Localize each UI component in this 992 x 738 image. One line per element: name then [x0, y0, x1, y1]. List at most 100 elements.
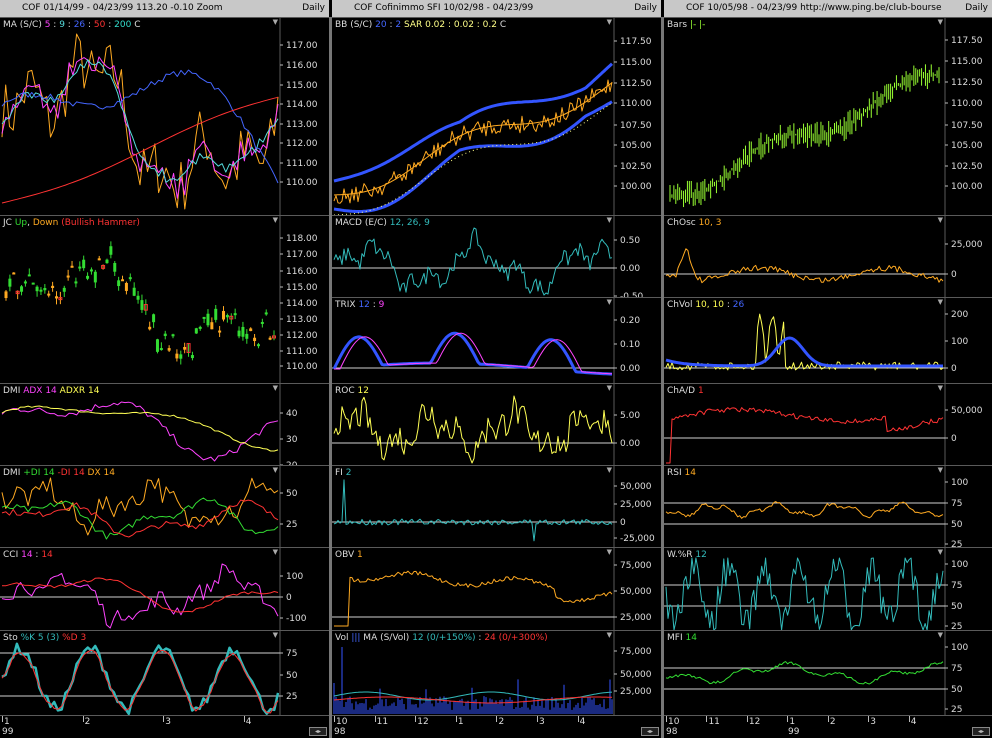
- indicator-plot[interactable]: 50,000 25,000 0 -25,000: [332, 466, 661, 548]
- axis-tick-label: 50,000: [951, 406, 983, 416]
- panel-label[interactable]: Vol ||| MA (S/Vol) 12 (0/+150%) : 24 (0/…: [335, 633, 548, 643]
- column-header[interactable]: COF 01/14/99 - 04/23/99 113.20 -0.10 Zoo…: [0, 0, 329, 17]
- period-label[interactable]: Daily: [302, 0, 325, 17]
- panel-label-part: 1: [697, 386, 704, 396]
- candle-body: [210, 322, 214, 330]
- indicator-panel[interactable]: MA (S/C) 5 : 9 : 26 : 50 : 200 C ▼ 117.00 1…: [0, 17, 329, 216]
- indicator-panel[interactable]: ChVol 10, 10 : 26 ▼ 200 100 0: [664, 297, 992, 384]
- indicator-plot[interactable]: 50,000 0: [664, 384, 992, 466]
- panel-label[interactable]: DMI ADX 14 ADXR 14: [3, 386, 99, 396]
- indicator-plot[interactable]: 50 25: [0, 466, 329, 548]
- panel-label[interactable]: ChOsc 10, 3: [667, 218, 721, 228]
- candle-body: [93, 271, 97, 283]
- indicator-panel[interactable]: Sto %K 5 (3) %D 3 ▼ 75 50 25: [0, 630, 329, 717]
- column-header[interactable]: COF Cofinimmo SFI 10/02/98 - 04/23/99 Da…: [332, 0, 661, 17]
- indicator-plot[interactable]: 100755025: [664, 631, 992, 717]
- panel-label[interactable]: CCI 14 : 14: [3, 550, 53, 560]
- panel-label[interactable]: W.%R 12: [667, 550, 707, 560]
- indicator-panel[interactable]: ChOsc 10, 3 ▼ 25,000 0: [664, 215, 992, 298]
- panel-label[interactable]: ROC 12: [335, 386, 369, 396]
- axis-tick-label: 100.00: [620, 182, 652, 192]
- axis-tick-label: 110.00: [620, 99, 652, 109]
- indicator-panel[interactable]: DMI ADX 14 ADXR 14 ▼ 40 30 20: [0, 383, 329, 466]
- candle-body: [39, 289, 43, 292]
- indicator-panel[interactable]: RSI 14 ▼ 100 75 50 25: [664, 465, 992, 548]
- panel-label[interactable]: JC Up, Down (Bullish Hammer): [3, 218, 140, 228]
- indicator-plot[interactable]: 117.50 115.00 112.50 110.00 107.50 105.00 102.…: [332, 18, 661, 216]
- chart-column-bars[interactable]: COF 10/05/98 - 04/23/99 http://www.ping.…: [664, 0, 992, 738]
- candle-body: [175, 353, 179, 359]
- indicator-plot[interactable]: 118.00 117.00 116.00 115.00 114.00 113.00 112.…: [0, 216, 329, 384]
- panel-label[interactable]: Bars |- |-: [667, 20, 705, 30]
- indicator-plot[interactable]: 75 50 25: [0, 631, 329, 717]
- indicator-panel[interactable]: Vol ||| MA (S/Vol) 12 (0/+150%) : 24 (0/…: [332, 630, 661, 717]
- indicator-plot[interactable]: 100 0 -100: [0, 548, 329, 631]
- indicator-panel[interactable]: TRIX 12 : 9 ▼ 0.20 0.10 0.00: [332, 297, 661, 384]
- column-header[interactable]: COF 10/05/98 - 04/23/99 http://www.ping.…: [664, 0, 992, 17]
- panel-label-part: 24 (0/+300%): [484, 633, 548, 643]
- axis-tick-label: 113.00: [286, 120, 318, 130]
- bb-lower-line: [333, 100, 613, 213]
- panel-label-part: :: [723, 300, 733, 310]
- panel-label[interactable]: ChVol 10, 10 : 26: [667, 300, 744, 310]
- candle-body: [35, 286, 39, 292]
- axis-tick-label: 0.00: [620, 264, 640, 274]
- panel-label[interactable]: MA (S/C) 5 : 9 : 26 : 50 : 200 C: [3, 20, 140, 30]
- indicator-panel[interactable]: Bars |- |- ▼ 117.50 115.00 112.50 110.00 107.5…: [664, 17, 992, 216]
- indicator-plot[interactable]: 117.50 115.00 112.50 110.00 107.50 105.00 102.…: [664, 18, 992, 216]
- panel-label[interactable]: ChA/D 1: [667, 386, 704, 396]
- indicator-plot[interactable]: 0.500.00-0.50: [332, 216, 661, 298]
- panel-label[interactable]: MACD (E/C) 12, 26, 9: [335, 218, 430, 228]
- indicator-plot[interactable]: 200 100 0: [664, 298, 992, 384]
- indicator-panel[interactable]: JC Up, Down (Bullish Hammer) ▼ 118.00 117.0…: [0, 215, 329, 384]
- chart-column-full[interactable]: COF Cofinimmo SFI 10/02/98 - 04/23/99 Da…: [332, 0, 661, 738]
- indicator-plot[interactable]: 75,00050,00025,0000: [332, 548, 661, 631]
- panel-label[interactable]: DMI +DI 14 -DI 14 DX 14: [3, 468, 115, 478]
- scroll-arrows-icon[interactable]: ◂▸: [309, 727, 327, 736]
- indicator-panel[interactable]: OBV 1▼75,00050,00025,0000: [332, 547, 661, 631]
- time-axis[interactable]: 10 11 12 1 2 3 4 98 ◂▸: [332, 715, 661, 738]
- indicator-panel[interactable]: BB (S/C) 20 : 2 SAR 0.02 : 0.02 : 0.2 C ▼…: [332, 17, 661, 216]
- indicator-plot[interactable]: 117.00 116.00 115.00 114.00 113.00 112.00 111.…: [0, 18, 329, 216]
- indicator-panel[interactable]: MFI 14 ▼ 100 75 50 25: [664, 630, 992, 717]
- panel-label[interactable]: TRIX 12 : 9: [335, 300, 384, 310]
- time-axis[interactable]: 10 11 12 1 2 3 4 98 99 ◂▸: [664, 715, 992, 738]
- indicator-plot[interactable]: 5.00 0.00: [332, 384, 661, 466]
- panel-label[interactable]: Sto %K 5 (3) %D 3: [3, 633, 86, 643]
- panel-label[interactable]: MFI 14: [667, 633, 697, 643]
- candle-body: [128, 277, 132, 280]
- indicator-plot[interactable]: 75,000 50,000 25,000: [332, 631, 661, 717]
- panel-label[interactable]: FI 2: [335, 468, 351, 478]
- time-axis[interactable]: 1 2 3 4 99 ◂▸: [0, 715, 329, 738]
- panel-label[interactable]: RSI 14: [667, 468, 696, 478]
- time-axis-label: 1: [4, 717, 10, 727]
- period-label[interactable]: Daily: [634, 0, 657, 17]
- indicator-panel[interactable]: CCI 14 : 14 ▼ 100 0 -100: [0, 547, 329, 631]
- indicator-plot[interactable]: 0.20 0.10 0.00: [332, 298, 661, 384]
- time-axis-label: 11: [708, 717, 720, 727]
- time-axis-year: 99: [788, 727, 800, 737]
- indicator-plot[interactable]: 403020: [0, 384, 329, 466]
- panel-label-part: OBV: [335, 550, 357, 560]
- indicator-plot[interactable]: 100755025: [664, 466, 992, 548]
- indicator-plot[interactable]: 25,000 0: [664, 216, 992, 298]
- panel-label-part: 14: [684, 468, 696, 478]
- indicator-panel[interactable]: FI 2 ▼ 50,000 25,000 0 -25,000: [332, 465, 661, 548]
- indicator-panel[interactable]: MACD (E/C) 12, 26, 9 ▼ 0.50 0.00 -0.50: [332, 215, 661, 298]
- indicator-plot[interactable]: 100755025: [664, 548, 992, 631]
- indicator-panel[interactable]: DMI +DI 14 -DI 14 DX 14 ▼ 50 25: [0, 465, 329, 548]
- scroll-arrows-icon[interactable]: ◂▸: [641, 727, 659, 736]
- panel-label[interactable]: OBV 1: [335, 550, 363, 560]
- axis-tick-label: 115.00: [286, 283, 318, 293]
- indicator-panel[interactable]: ROC 12 ▼ 5.00 0.00: [332, 383, 661, 466]
- panel-label[interactable]: BB (S/C) 20 : 2 SAR 0.02 : 0.02 : 0.2 C: [335, 20, 506, 30]
- indicator-panel[interactable]: ChA/D 1 ▼ 50,000 0: [664, 383, 992, 466]
- period-label[interactable]: Daily: [965, 0, 988, 17]
- panel-label-part: (Bullish Hammer): [58, 218, 140, 228]
- time-axis-tick: [243, 716, 245, 722]
- scroll-arrows-icon[interactable]: ◂▸: [972, 727, 990, 736]
- indicator-panel[interactable]: W.%R 12 ▼ 100 75 50 25: [664, 547, 992, 631]
- axis-tick-label: -100: [286, 614, 307, 624]
- chart-column-zoom[interactable]: COF 01/14/99 - 04/23/99 113.20 -0.10 Zoo…: [0, 0, 329, 738]
- panel-label-part: %K 5 (3): [20, 633, 60, 643]
